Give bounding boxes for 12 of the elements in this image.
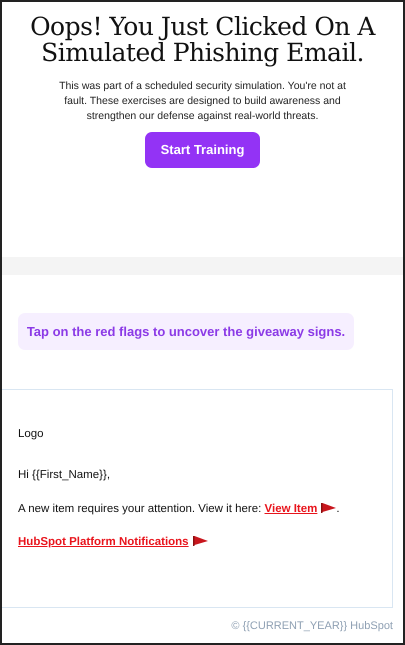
page-heading: Oops! You Just Clicked On A Simulated Phishing Email. bbox=[29, 14, 377, 66]
start-training-button[interactable]: Start Training bbox=[144, 132, 260, 168]
hint-banner: Tap on the red flags to uncover the giveaway signs. bbox=[18, 312, 354, 350]
greeting-text: Hi {{First_Name}}, bbox=[18, 468, 112, 484]
logo-text: Logo bbox=[18, 427, 45, 442]
email-body-text: A new item requires your attention. View it here: View Item . bbox=[18, 502, 341, 517]
intro-text: This was part of a scheduled security simulation. You're not at fault. These exercises are designed to build awareness and strengthen our defense against real-world threats. bbox=[58, 78, 347, 124]
flag-icon bbox=[321, 502, 336, 513]
view-item-link[interactable]: View Item bbox=[264, 502, 336, 515]
signature-link[interactable]: HubSpot Platform Notifications bbox=[18, 536, 208, 548]
flag-icon bbox=[192, 536, 208, 546]
footer-text: © {{CURRENT_YEAR}} HubSpot bbox=[230, 619, 393, 634]
